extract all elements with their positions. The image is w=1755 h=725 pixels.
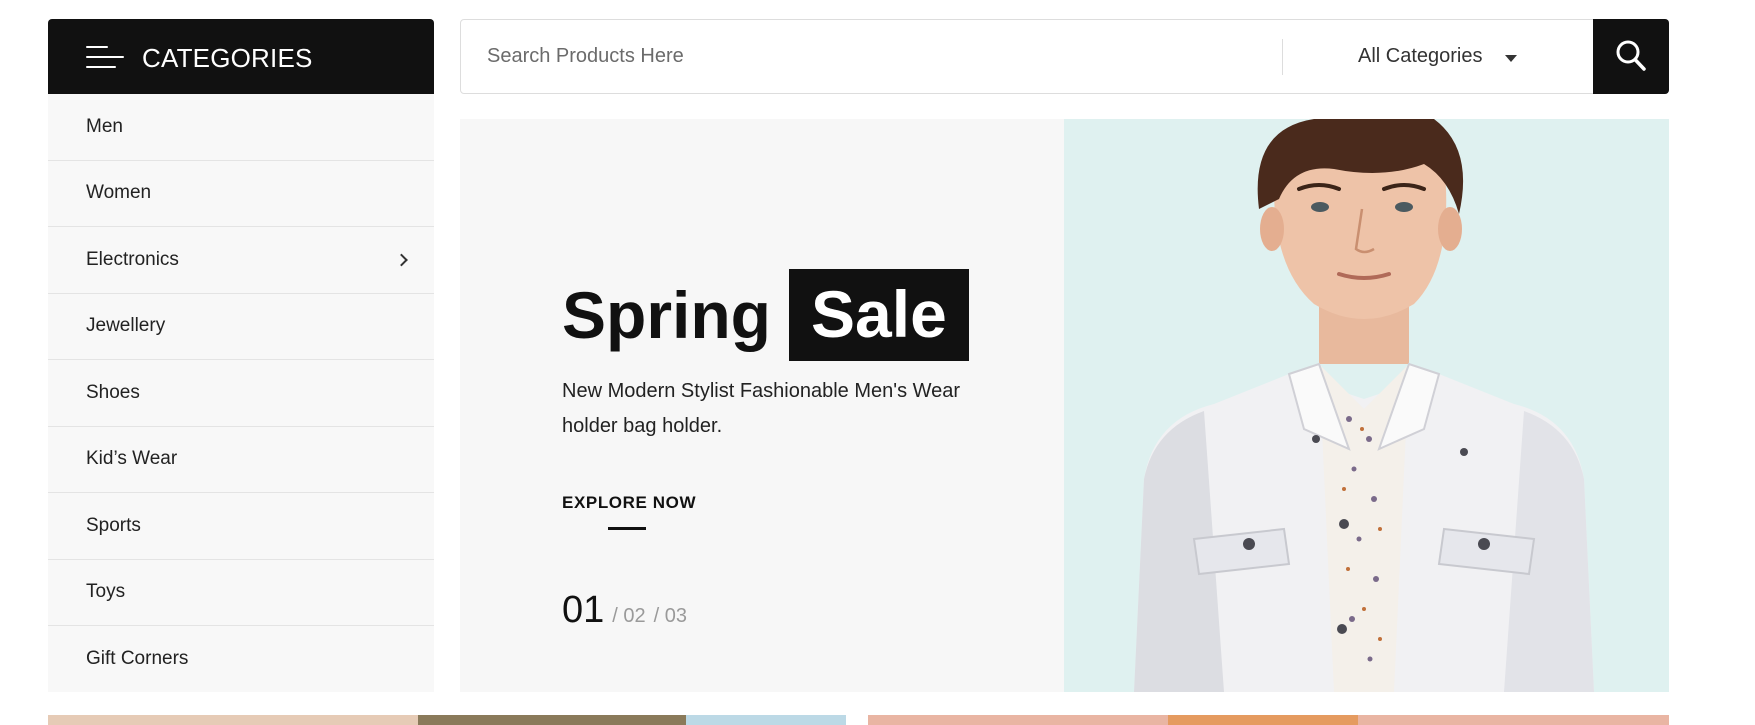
hero-banner: Spring Sale New Modern Stylist Fashionab… <box>460 119 1669 692</box>
slide-dot-02[interactable]: / 02 <box>612 605 645 628</box>
model-photo-illustration <box>1134 119 1594 692</box>
category-item-jewellery[interactable]: Jewellery <box>48 294 434 360</box>
explore-now-link[interactable]: EXPLORE NOW <box>562 493 696 513</box>
category-label: Sports <box>86 514 141 536</box>
category-item-sports[interactable]: Sports <box>48 493 434 560</box>
category-item-kids-wear[interactable]: Kid’s Wear <box>48 427 434 493</box>
category-label: Women <box>86 182 152 204</box>
category-select-value: All Categories <box>1358 45 1483 67</box>
banner-right-image <box>1168 715 1358 725</box>
category-item-shoes[interactable]: Shoes <box>48 360 434 427</box>
hero-title-highlight: Sale <box>789 269 969 361</box>
category-label: Shoes <box>86 381 140 403</box>
slide-current: 01 <box>562 589 605 631</box>
slide-dot-03[interactable]: / 03 <box>654 605 687 628</box>
categories-header[interactable]: CATEGORIES <box>48 19 434 94</box>
categories-title: CATEGORIES <box>142 43 313 73</box>
category-item-gift-corners[interactable]: Gift Corners <box>48 626 434 693</box>
category-label: Gift Corners <box>86 648 189 670</box>
search-input[interactable] <box>461 20 1281 93</box>
hero-title: Spring Sale <box>562 269 969 361</box>
hero-description: New Modern Stylist Fashionable Men's Wea… <box>562 380 961 437</box>
menu-icon[interactable] <box>86 44 124 70</box>
category-label: Toys <box>86 581 126 603</box>
category-item-men[interactable]: Men <box>48 94 434 161</box>
category-label: Electronics <box>86 248 179 270</box>
category-item-toys[interactable]: Toys <box>48 560 434 626</box>
category-label: Men <box>86 115 123 137</box>
explore-underline <box>608 527 646 530</box>
promo-banner-left[interactable] <box>48 715 846 725</box>
search-bar: All Categories <box>460 19 1669 94</box>
promo-banner-right[interactable] <box>868 715 1669 725</box>
search-divider <box>1282 39 1283 75</box>
categories-list: Men Women Electronics Jewellery Shoes Ki… <box>48 94 434 692</box>
category-label: Kid’s Wear <box>86 448 178 470</box>
category-label: Jewellery <box>86 315 166 337</box>
category-item-electronics[interactable]: Electronics <box>48 227 434 294</box>
search-icon <box>1616 40 1646 71</box>
category-select[interactable]: All Categories <box>1358 20 1517 93</box>
category-item-women[interactable]: Women <box>48 161 434 227</box>
slide-pager: 01 / 02 / 03 <box>562 589 687 632</box>
banner-left-image <box>418 715 688 725</box>
banner-left-sky <box>686 715 846 725</box>
caret-down-icon <box>1504 55 1517 62</box>
chevron-right-icon <box>395 253 408 267</box>
search-button[interactable] <box>1593 19 1669 94</box>
hero-title-word: Spring <box>562 278 771 352</box>
hero-model-image <box>1064 119 1669 692</box>
